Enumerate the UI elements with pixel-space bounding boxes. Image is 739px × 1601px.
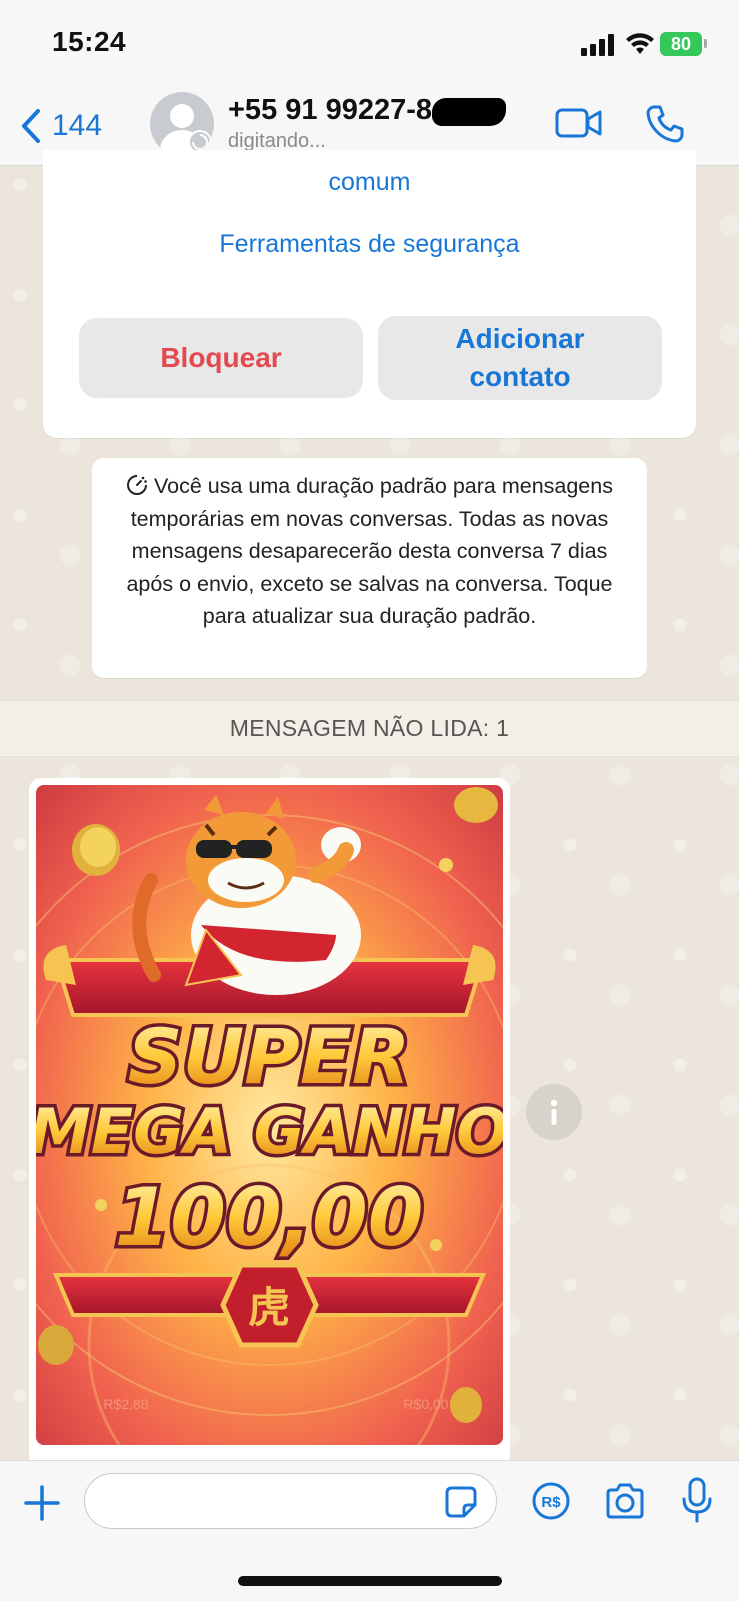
chevron-left-icon bbox=[22, 109, 40, 143]
promo-artwork: SUPER MEGA GANHO 100,00 虎 R$2,88 R$0,00 bbox=[36, 785, 503, 1445]
message-input-bar: R$ bbox=[0, 1460, 739, 1601]
microphone-icon[interactable] bbox=[680, 1477, 714, 1523]
back-button[interactable]: 144 bbox=[20, 106, 102, 146]
phone-icon[interactable] bbox=[645, 104, 685, 144]
unread-chats-count: 144 bbox=[52, 109, 103, 142]
video-call-icon[interactable] bbox=[555, 106, 603, 140]
add-contact-label: Adicionar contato bbox=[455, 323, 585, 392]
image-message-bubble: SUPER MEGA GANHO 100,00 虎 R$2,88 R$0,00 bbox=[29, 778, 510, 1468]
promo-amount: 100,00 bbox=[115, 1171, 424, 1264]
add-contact-button[interactable]: Adicionar contato bbox=[378, 316, 662, 400]
contact-safety-card: comum Ferramentas de segurança Bloquear … bbox=[43, 150, 696, 438]
status-bar: 15:24 80 bbox=[0, 0, 739, 88]
notice-text: Você usa uma duração padrão para mensage… bbox=[126, 474, 613, 628]
battery-charging-icon: 80 bbox=[660, 32, 702, 56]
cellular-signal-icon bbox=[581, 34, 617, 56]
plus-icon[interactable] bbox=[22, 1483, 62, 1523]
timer-icon bbox=[127, 475, 147, 495]
promo-line-mega-ganho: MEGA GANHO bbox=[36, 1095, 503, 1168]
battery-level: 80 bbox=[670, 34, 692, 54]
svg-text:R$: R$ bbox=[541, 1494, 561, 1511]
promo-right-value: R$0,00 bbox=[403, 1396, 448, 1412]
promo-image[interactable]: SUPER MEGA GANHO 100,00 虎 R$2,88 R$0,00 bbox=[36, 785, 503, 1445]
message-input[interactable] bbox=[84, 1473, 497, 1529]
home-indicator bbox=[238, 1576, 502, 1586]
pix-payment-icon[interactable]: R$ bbox=[531, 1481, 571, 1521]
info-button[interactable] bbox=[526, 1084, 582, 1140]
avatar-icon bbox=[160, 104, 212, 154]
promo-emblem: 虎 bbox=[248, 1283, 290, 1332]
contact-name[interactable]: +55 91 99227-8 bbox=[228, 94, 432, 127]
wifi-icon bbox=[626, 33, 654, 54]
info-icon bbox=[550, 1099, 558, 1125]
camera-icon[interactable] bbox=[604, 1481, 646, 1521]
security-tools-link[interactable]: Ferramentas de segurança bbox=[43, 230, 696, 259]
battery-tip bbox=[704, 39, 707, 48]
disappearing-messages-notice[interactable]: Você usa uma duração padrão para mensage… bbox=[92, 458, 647, 678]
notice-body: Você usa uma duração padrão para mensage… bbox=[106, 470, 633, 633]
redaction-mark bbox=[432, 98, 506, 126]
block-button[interactable]: Bloquear bbox=[79, 318, 363, 398]
promo-left-value: R$2,88 bbox=[103, 1396, 148, 1412]
sticker-icon[interactable] bbox=[444, 1485, 478, 1519]
unread-messages-divider: MENSAGEM NÃO LIDA: 1 bbox=[0, 700, 739, 757]
card-text-fragment: comum bbox=[328, 168, 411, 196]
status-time: 15:24 bbox=[52, 26, 127, 57]
avatar[interactable] bbox=[150, 92, 214, 156]
promo-line-super: SUPER bbox=[128, 1012, 411, 1101]
